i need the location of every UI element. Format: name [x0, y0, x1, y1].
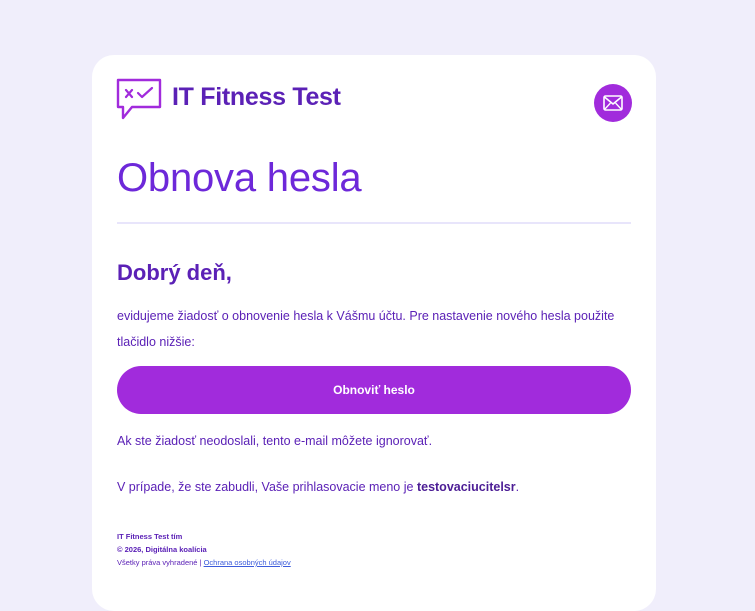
email-footer: IT Fitness Test tím © 2026, Digitálna ko… [117, 530, 291, 569]
greeting: Dobrý deň, [117, 260, 232, 285]
divider [117, 222, 631, 224]
username-value: testovaciucitelsr [416, 480, 516, 494]
intro-text: evidujeme žiadosť o obnovenie hesla k Vá… [117, 309, 615, 349]
reset-password-button[interactable]: Obnoviť heslo [117, 366, 631, 414]
footer-rights-line: Všetky práva vyhradené | Ochrana osobnýc… [117, 556, 291, 569]
checkmark-speech-bubble-icon [116, 78, 162, 120]
footer-rights: Všetky práva vyhradené | [117, 558, 204, 567]
footer-copyright: © 2026, Digitálna koalícia [117, 545, 207, 554]
username-note-prefix: V prípade, že ste zabudli, Vaše prihlaso… [117, 480, 417, 494]
username-note-suffix: . [515, 480, 520, 494]
brand-logo: IT Fitness Test [116, 78, 341, 122]
username-note: V prípade, že ste zabudli, Vaše prihlaso… [117, 480, 519, 494]
privacy-link[interactable]: Ochrana osobných údajov [204, 558, 291, 567]
email-card: IT Fitness Test Obnova hesla Dobrý deň, … [92, 55, 656, 611]
footer-team: IT Fitness Test tím [117, 532, 183, 541]
envelope-icon [603, 95, 623, 111]
mail-button[interactable] [594, 84, 632, 122]
ignore-note: Ak ste žiadosť neodoslali, tento e-mail … [117, 434, 433, 448]
brand-name: IT Fitness Test [172, 83, 341, 111]
page-title: Obnova hesla [117, 156, 362, 200]
